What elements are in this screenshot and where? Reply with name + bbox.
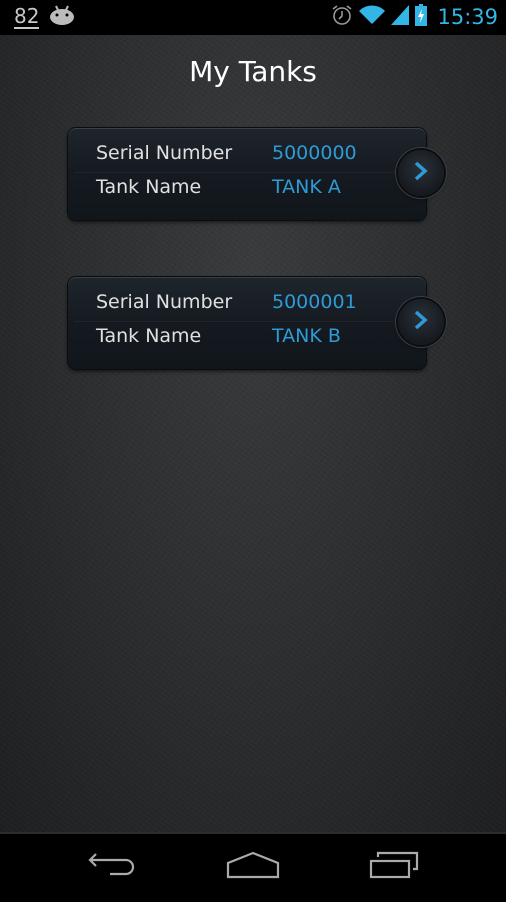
tank-name-label: Tank Name [96,325,202,347]
tank-card[interactable]: Serial Number 5000001 Tank Name TANK B [68,277,444,369]
wifi-icon [359,5,386,29]
battery-charging-icon [415,4,428,30]
open-tank-button[interactable] [398,150,444,196]
android-icon [49,5,75,29]
back-icon [88,851,136,883]
serial-number-label: Serial Number [96,142,233,164]
tank-name-value: TANK A [272,176,341,198]
back-button[interactable] [82,852,142,882]
main-content: My Tanks Serial Number 5000000 Tank Name… [0,35,506,832]
serial-number-value: 5000001 [272,291,357,313]
open-tank-button[interactable] [398,299,444,345]
serial-number-value: 5000000 [272,142,357,164]
home-icon [226,851,280,883]
navigation-bar [0,832,506,902]
row-divider [74,172,420,173]
recent-apps-icon [369,851,419,883]
notification-count: 82 [14,4,40,29]
page-title: My Tanks [189,55,317,88]
recent-apps-button[interactable] [364,851,424,883]
serial-number-label: Serial Number [96,291,233,313]
home-button[interactable] [223,851,283,883]
signal-icon [391,5,410,29]
clock: 15:39 [437,5,498,29]
chevron-right-icon [414,161,428,185]
tank-card[interactable]: Serial Number 5000000 Tank Name TANK A [68,128,444,220]
chevron-right-icon [414,310,428,334]
alarm-icon [331,4,353,30]
tank-name-label: Tank Name [96,176,202,198]
tank-name-value: TANK B [272,325,341,347]
status-bar: 82 15:39 [0,0,506,35]
row-divider [74,321,420,322]
